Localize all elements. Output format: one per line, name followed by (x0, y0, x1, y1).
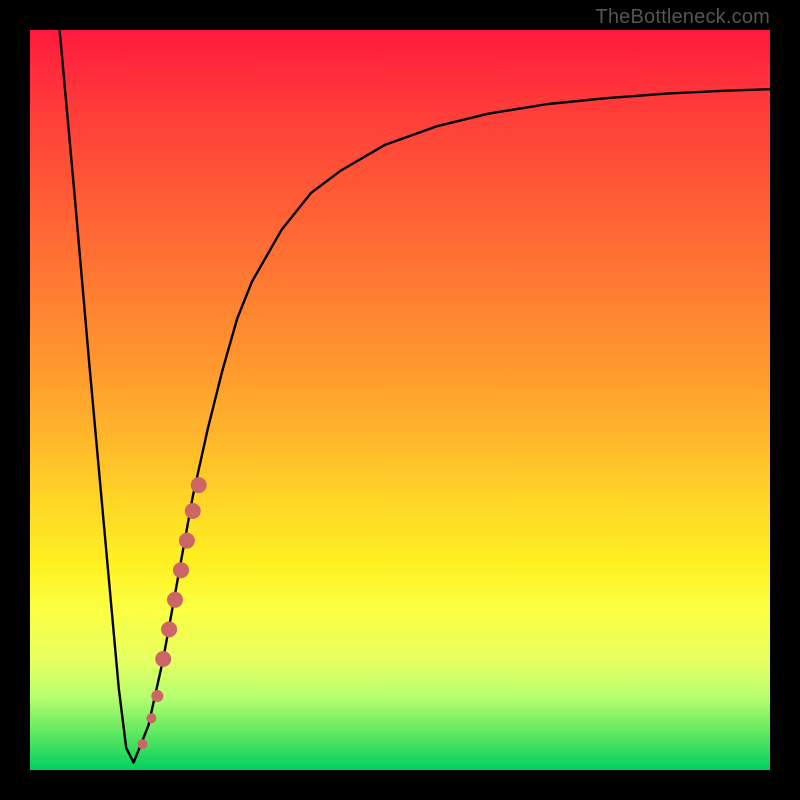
chart-svg (30, 30, 770, 770)
highlight-dot (146, 713, 156, 723)
highlight-dot (173, 562, 189, 578)
highlight-dot (138, 739, 148, 749)
chart-frame: TheBottleneck.com (0, 0, 800, 800)
highlight-dot (151, 690, 163, 702)
highlight-dot (191, 477, 207, 493)
highlight-dot (179, 533, 195, 549)
highlight-dot (155, 651, 171, 667)
plot-area (30, 30, 770, 770)
watermark-text: TheBottleneck.com (595, 6, 770, 29)
highlight-dot (185, 503, 201, 519)
highlight-dot (161, 621, 177, 637)
highlight-dot (167, 592, 183, 608)
